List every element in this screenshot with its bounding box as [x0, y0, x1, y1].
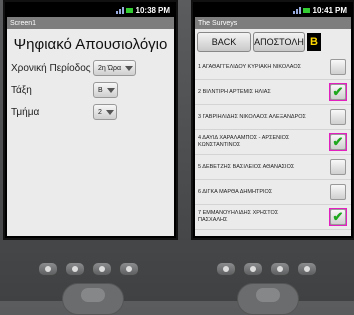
- checkbox[interactable]: ✔: [330, 159, 346, 175]
- class-row: Τάξη Β: [7, 79, 174, 101]
- chevron-down-icon: [125, 65, 134, 71]
- absence-checkbox[interactable]: ✔: [329, 158, 347, 176]
- checkbox[interactable]: ✔: [330, 109, 346, 125]
- volume-down-icon[interactable]: [243, 262, 263, 276]
- back-button[interactable]: BACK: [197, 32, 251, 52]
- absence-checkbox[interactable]: ✔: [329, 58, 347, 76]
- student-row: 5 ΔΕΒΕΤΖΗΣ ΒΑΣΙΛΕΙΟΣ ΑΘΑΝΑΣΙΟΣ ✔: [195, 155, 351, 180]
- right-screen: 10:41 PM The Surveys BACK ΑΠΟΣΤΟΛΗ Β 1 Α…: [195, 4, 351, 236]
- period-value: 2η Ώρα: [98, 64, 122, 72]
- volume-up-icon[interactable]: [92, 262, 112, 276]
- status-time: 10:38: [135, 6, 156, 15]
- camera-icon[interactable]: [216, 262, 236, 276]
- student-name: 5 ΔΕΒΕΤΖΗΣ ΒΑΣΙΛΕΙΟΣ ΑΘΑΝΑΣΙΟΣ: [198, 163, 295, 170]
- power-icon[interactable]: [119, 262, 139, 276]
- section-spinner[interactable]: 2: [93, 104, 117, 120]
- student-name: 2 ΒΙΛΝΤΙΡΗ ΑΡΤΕΜΙΣ ΗΛΙΑΣ: [198, 88, 271, 95]
- right-hardware-buttons: [216, 262, 317, 276]
- absence-checkbox[interactable]: ✔: [329, 108, 347, 126]
- dpad-center[interactable]: [81, 288, 105, 302]
- volume-up-icon[interactable]: [270, 262, 290, 276]
- chevron-down-icon: [106, 87, 115, 93]
- dpad-center[interactable]: [256, 288, 280, 302]
- period-row: Χρονική Περίοδος 2η Ώρα: [7, 57, 174, 79]
- window-title: The Surveys: [195, 17, 351, 29]
- class-label: Τάξη: [11, 84, 32, 96]
- send-button[interactable]: ΑΠΟΣΤΟΛΗ: [253, 32, 305, 52]
- battery-icon: [125, 7, 134, 14]
- volume-down-icon[interactable]: [65, 262, 85, 276]
- power-icon[interactable]: [297, 262, 317, 276]
- absence-checkbox[interactable]: ✔: [329, 183, 347, 201]
- checkbox[interactable]: ✔: [330, 134, 346, 150]
- dpad[interactable]: [62, 283, 124, 315]
- app-heading: Ψηφιακό Απουσιολόγιο: [13, 36, 168, 53]
- absence-checkbox[interactable]: ✔: [329, 208, 347, 226]
- checkbox[interactable]: ✔: [330, 209, 346, 225]
- class-spinner[interactable]: Β: [93, 82, 118, 98]
- battery-icon: [302, 7, 311, 14]
- status-ampm: PM: [335, 6, 347, 15]
- student-name: 4 ΔΑΥΙΔ ΧΑΡΑΛΑΜΠΟΣ - ΑΡΣΕΝΙΟΣ ΚΩΝΣΤΑΝΤΙΝ…: [198, 135, 290, 148]
- absence-checkbox[interactable]: ✔: [329, 133, 347, 151]
- section-row: Τμήμα 2: [7, 101, 174, 123]
- student-row: 4 ΔΑΥΙΔ ΧΑΡΑΛΑΜΠΟΣ - ΑΡΣΕΝΙΟΣ ΚΩΝΣΤΑΝΤΙΝ…: [195, 130, 351, 155]
- check-icon: ✔: [332, 84, 344, 99]
- section-value: 2: [98, 108, 102, 116]
- toolbar: BACK ΑΠΟΣΤΟΛΗ Β: [195, 29, 351, 55]
- student-row: 3 ΓΑΒΡΙΗΛΙΔΗΣ ΝΙΚΟΛΑΟΣ ΑΛΕΞΑΝΔΡΟΣ ✔: [195, 105, 351, 130]
- left-hardware-buttons: [38, 262, 139, 276]
- student-row: 2 ΒΙΛΝΤΙΡΗ ΑΡΤΕΜΙΣ ΗΛΙΑΣ ✔: [195, 80, 351, 105]
- status-bar: 10:38 PM: [7, 4, 174, 17]
- check-icon: ✔: [332, 209, 344, 224]
- class-value: Β: [98, 86, 103, 94]
- section-label: Τμήμα: [11, 106, 40, 118]
- checkbox[interactable]: ✔: [330, 84, 346, 100]
- checkbox[interactable]: ✔: [330, 184, 346, 200]
- status-bar: 10:41 PM: [195, 4, 351, 17]
- class-badge: Β: [307, 33, 321, 51]
- left-screen: 10:38 PM Screen1 Ψηφιακό Απουσιολόγιο Χρ…: [7, 4, 174, 236]
- student-name: 3 ΓΑΒΡΙΗΛΙΔΗΣ ΝΙΚΟΛΑΟΣ ΑΛΕΞΑΝΔΡΟΣ: [198, 113, 306, 120]
- camera-icon[interactable]: [38, 262, 58, 276]
- checkbox[interactable]: ✔: [330, 59, 346, 75]
- check-icon: ✔: [332, 134, 344, 149]
- student-name: 1 ΑΓΑΘΑΓΓΕΛΙΔΟΥ ΚΥΡΙΑΚΗ ΝΙΚΟΛΑΟΣ: [198, 63, 302, 70]
- absence-checkbox[interactable]: ✔: [329, 83, 347, 101]
- right-phone: 10:41 PM The Surveys BACK ΑΠΟΣΤΟΛΗ Β 1 Α…: [191, 0, 354, 240]
- student-name: 6 ΔΙΓΚΑ ΜΑΡΘΑ ΔΗΜΗΤΡΙΟΣ: [198, 188, 273, 195]
- left-phone: 10:38 PM Screen1 Ψηφιακό Απουσιολόγιο Χρ…: [3, 0, 178, 240]
- phone-signal-icon: [115, 7, 124, 14]
- window-title: Screen1: [7, 17, 174, 29]
- status-ampm: PM: [158, 6, 170, 15]
- dpad[interactable]: [237, 283, 299, 315]
- student-row: 7 ΕΜΜΑΝΟΥΗΛΙΔΗΣ ΧΡΗΣΤΟΣ ΠΑΣΧΑΛΗΣ ✔: [195, 205, 351, 230]
- chevron-down-icon: [105, 109, 114, 115]
- period-label: Χρονική Περίοδος: [11, 62, 91, 74]
- student-row: 1 ΑΓΑΘΑΓΓΕΛΙΔΟΥ ΚΥΡΙΑΚΗ ΝΙΚΟΛΑΟΣ ✔: [195, 55, 351, 80]
- phone-signal-icon: [292, 7, 301, 14]
- student-name: 7 ΕΜΜΑΝΟΥΗΛΙΔΗΣ ΧΡΗΣΤΟΣ ΠΑΣΧΑΛΗΣ: [198, 210, 279, 223]
- student-list: 1 ΑΓΑΘΑΓΓΕΛΙΔΟΥ ΚΥΡΙΑΚΗ ΝΙΚΟΛΑΟΣ✔2 ΒΙΛΝΤ…: [195, 55, 351, 230]
- period-spinner[interactable]: 2η Ώρα: [93, 60, 137, 76]
- status-time: 10:41: [312, 6, 333, 15]
- student-row: 6 ΔΙΓΚΑ ΜΑΡΘΑ ΔΗΜΗΤΡΙΟΣ ✔: [195, 180, 351, 205]
